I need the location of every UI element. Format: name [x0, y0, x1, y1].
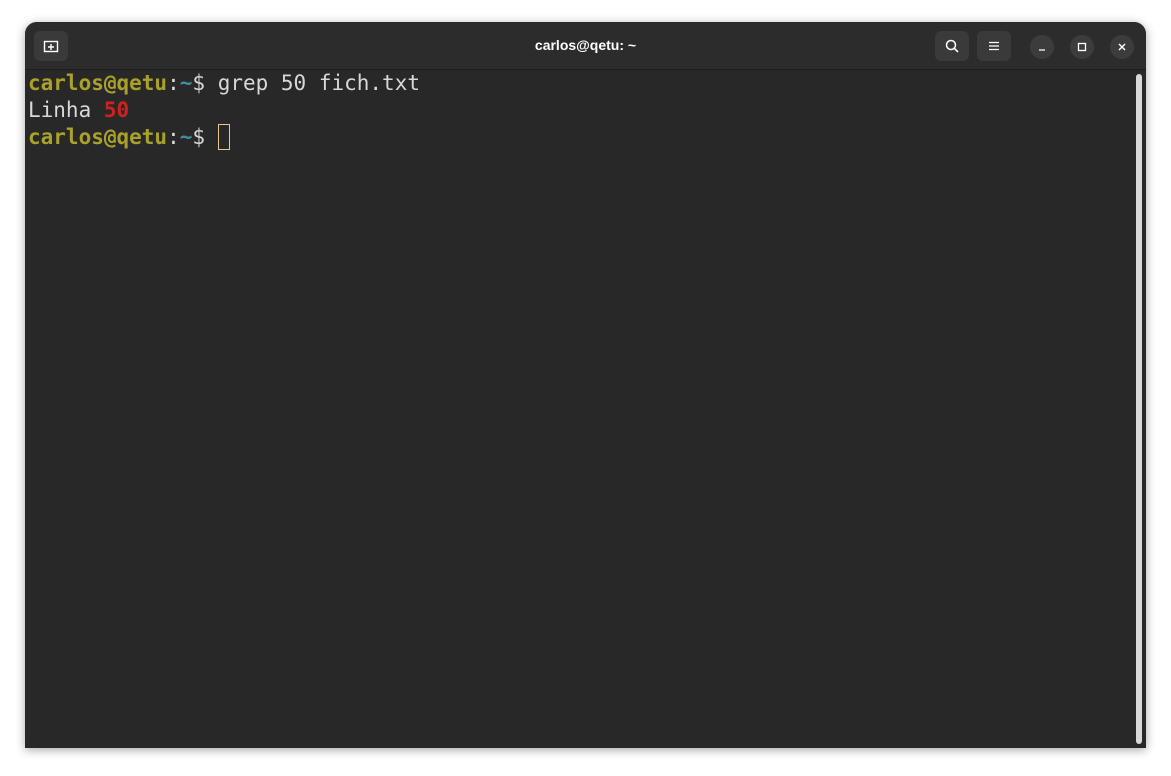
prompt-separator: : — [167, 125, 180, 149]
terminal-line: carlos@qetu:~$ grep 50 fich.txt — [28, 70, 1128, 97]
terminal-line: carlos@qetu:~$ — [28, 124, 1128, 151]
output-text: Linha — [28, 98, 104, 122]
search-button[interactable] — [935, 31, 969, 61]
command-text: grep 50 fich.txt — [217, 71, 420, 95]
text-cursor — [217, 124, 230, 150]
prompt-symbol: $ — [192, 71, 218, 95]
search-icon — [945, 39, 959, 53]
hamburger-menu-icon — [989, 41, 999, 51]
menu-button[interactable] — [977, 31, 1011, 61]
prompt-user-host: carlos@qetu — [28, 125, 168, 149]
prompt-user-host: carlos@qetu — [28, 71, 168, 95]
maximize-icon — [1077, 42, 1087, 52]
prompt-path: ~ — [179, 125, 193, 149]
close-button[interactable] — [1110, 35, 1134, 59]
terminal-output-line: Linha 50 — [28, 97, 1128, 124]
minimize-button[interactable] — [1030, 35, 1054, 59]
titlebar: carlos@qetu: ~ — [25, 22, 1146, 70]
prompt-separator: : — [167, 71, 180, 95]
prompt-symbol: $ — [192, 125, 218, 149]
scrollbar[interactable] — [1136, 74, 1142, 744]
minimize-icon — [1039, 49, 1045, 51]
maximize-button[interactable] — [1070, 35, 1094, 59]
terminal-window: carlos@qetu: ~ carlos@qetu:~$ grep 50 fi… — [25, 22, 1146, 748]
prompt-path: ~ — [179, 71, 193, 95]
output-match-highlight: 50 — [103, 98, 130, 122]
terminal-content[interactable]: carlos@qetu:~$ grep 50 fich.txt Linha 50… — [28, 70, 1128, 748]
close-icon — [1118, 43, 1126, 51]
